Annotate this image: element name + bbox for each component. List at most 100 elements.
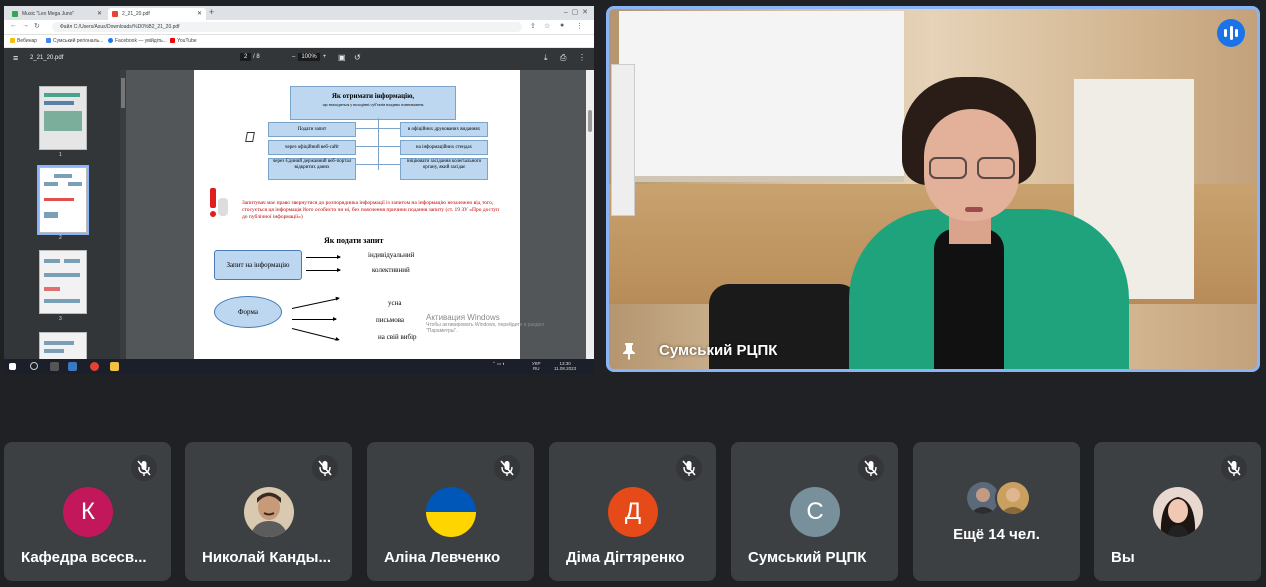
browser-tab-pdf[interactable]: 2_21_20.pdf ✕ <box>108 8 206 20</box>
request-box: Запит на інформацію <box>214 250 302 280</box>
zoom-out-icon[interactable]: – <box>292 54 295 60</box>
mic-off-icon <box>858 455 884 481</box>
section-title: Як подати запит <box>324 236 384 245</box>
star-icon[interactable]: ☆ <box>544 22 550 30</box>
fit-page-icon[interactable]: ▣ <box>338 53 346 62</box>
avatar: С <box>790 487 840 537</box>
address-bar-row: ← → ↻ Файл C:/Users/Asus/Downloads/%D0%B… <box>4 20 594 35</box>
mini-avatar <box>995 480 1031 516</box>
youtube-icon <box>170 38 175 44</box>
back-icon[interactable]: ← <box>10 22 17 29</box>
participant-tile[interactable]: С Сумський РЦПК <box>731 442 898 581</box>
more-options-icon[interactable]: ⋮ <box>578 53 586 62</box>
participant-tile[interactable]: К Кафедра всесв... <box>4 442 171 581</box>
search-icon[interactable] <box>30 362 38 370</box>
facebook-icon <box>108 38 113 44</box>
profile-icon[interactable]: ● <box>560 22 564 29</box>
page-thumbnail[interactable] <box>39 86 87 150</box>
pdf-filename: 2_21_20.pdf <box>30 55 64 61</box>
flow-box: через офіційний веб-сайт <box>268 140 356 155</box>
new-tab-icon[interactable]: + <box>209 7 214 17</box>
bookmark-item[interactable]: Вебинар <box>10 38 37 44</box>
more-participants-tile[interactable]: Ещё 14 чел. <box>913 442 1080 581</box>
warning-paragraph: Запитувач має право звернутися до розпор… <box>242 200 500 220</box>
participant-tile[interactable]: Аліна Левченко <box>367 442 534 581</box>
page-thumbnail-selected[interactable] <box>37 165 89 235</box>
participant-name: Діма Дігтяренко <box>566 549 685 566</box>
pdf-body: 1 2 3 Як отримати інформацію, що знаходи… <box>4 70 594 361</box>
avatar-photo <box>244 487 294 537</box>
bookmark-item[interactable]: Сумський регіональ... <box>46 38 103 44</box>
page-thumbnail[interactable] <box>39 250 87 314</box>
avatar-photo <box>1153 487 1203 537</box>
explorer-icon[interactable] <box>68 362 77 371</box>
participant-name: Сумський РЦПК <box>748 549 867 566</box>
folder-icon[interactable] <box>110 362 119 371</box>
mic-off-icon <box>1221 455 1247 481</box>
tab-favicon-icon <box>12 11 18 17</box>
chrome-icon[interactable] <box>90 362 99 371</box>
flow-box: в офіційних друкованих виданнях <box>400 122 488 137</box>
thumbnail-sidebar: 1 2 3 <box>4 70 122 361</box>
participant-tile[interactable]: Николай Канды... <box>185 442 352 581</box>
flow-box: Подати запит <box>268 122 356 137</box>
page-thumbnail[interactable] <box>39 332 87 361</box>
zoom-input[interactable]: 100% <box>298 53 320 61</box>
bookmark-item[interactable]: Facebook — увійдіть... <box>108 38 167 44</box>
clock[interactable]: 13:30 11.08.2023 <box>554 361 576 371</box>
forward-icon[interactable]: → <box>22 22 29 29</box>
pdf-toolbar: ≡ 2_21_20.pdf 2 / 8 –100% + ▣ ↺ ⤓ ⎙ ⋮ <box>4 48 594 70</box>
windows-activation-watermark: Активация Windows Чтобы активировать Win… <box>426 313 545 334</box>
menu-dots-icon[interactable]: ⋮ <box>576 22 583 30</box>
exclamation-icon <box>208 188 228 218</box>
reload-icon[interactable]: ↻ <box>34 22 40 30</box>
network-icon[interactable]: ⌃ ▭ ◐ <box>492 361 505 366</box>
browser-tab-strip: Music "Lex Mega Juno" ✕ 2_21_20.pdf ✕ + … <box>4 6 594 20</box>
shared-screen-tile[interactable]: Music "Lex Mega Juno" ✕ 2_21_20.pdf ✕ + … <box>4 6 594 374</box>
pdf-page: Як отримати інформацію, що знаходиться у… <box>194 70 544 359</box>
bookmark-folder-icon <box>10 38 15 44</box>
thumbnail-scrollbar[interactable] <box>120 70 126 359</box>
participant-tile[interactable]: Д Діма Дігтяренко <box>549 442 716 581</box>
rotate-icon[interactable]: ↺ <box>354 53 361 62</box>
speaker-name: Сумський РЦПК <box>659 342 778 359</box>
speaking-indicator-icon <box>1217 19 1245 47</box>
print-icon[interactable]: ⎙ <box>560 53 566 63</box>
task-view-icon[interactable] <box>50 362 59 371</box>
zoom-in-icon[interactable]: + <box>323 54 327 60</box>
mic-off-icon <box>494 455 520 481</box>
more-participants-label: Ещё 14 чел. <box>953 526 1040 543</box>
tab-close-icon[interactable]: ✕ <box>97 8 102 20</box>
hamburger-menu-icon[interactable]: ≡ <box>13 53 18 63</box>
mic-off-icon <box>131 455 157 481</box>
participant-name: Вы <box>1111 549 1135 566</box>
participant-name: Кафедра всесв... <box>21 549 147 566</box>
flow-box: через Єдиний державний веб-портал відкри… <box>268 158 356 180</box>
download-icon[interactable]: ⤓ <box>544 53 548 63</box>
form-oval: Форма <box>214 296 282 328</box>
language-indicator[interactable]: УКР RU <box>532 361 540 371</box>
participant-name: Аліна Левченко <box>384 549 501 566</box>
pin-icon[interactable] <box>621 342 637 360</box>
self-tile[interactable]: Вы <box>1094 442 1261 581</box>
avatar: Д <box>608 487 658 537</box>
browser-tab-music[interactable]: Music "Lex Mega Juno" ✕ <box>8 8 106 20</box>
bookmark-site-icon <box>46 38 51 44</box>
window-controls-icon[interactable]: – ▢ ✕ <box>564 8 588 16</box>
mouse-cursor-icon <box>245 132 255 142</box>
start-icon[interactable] <box>9 363 16 370</box>
ukraine-flag-avatar <box>426 487 476 537</box>
bookmarks-bar: Вебинар Сумський регіональ... Facebook —… <box>4 35 594 48</box>
participant-name: Николай Канды... <box>202 549 331 566</box>
flow-box: ініціювати засідання колегіального орган… <box>400 158 488 180</box>
share-icon[interactable]: ⇪ <box>530 22 536 30</box>
page-number-input[interactable]: 2 <box>240 53 252 61</box>
tab-close-icon[interactable]: ✕ <box>197 8 202 20</box>
document-title-box: Як отримати інформацію, що знаходиться у… <box>290 86 456 120</box>
bookmark-item[interactable]: YouTube <box>170 38 197 44</box>
pdf-scrollbar[interactable] <box>586 70 594 359</box>
active-speaker-tile[interactable]: Сумський РЦПК <box>606 6 1260 372</box>
windows-taskbar: ⌃ ▭ ◐ УКР RU 13:30 11.08.2023 <box>4 359 594 374</box>
address-bar[interactable]: Файл C:/Users/Asus/Downloads/%D0%B2_21_2… <box>52 22 522 32</box>
mic-off-icon <box>676 455 702 481</box>
